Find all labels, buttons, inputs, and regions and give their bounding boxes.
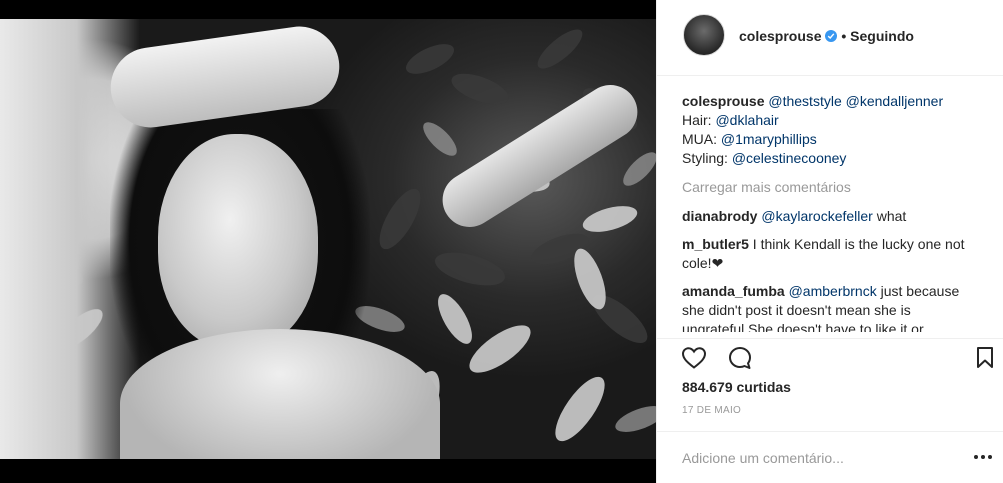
mention-link[interactable]: @dklahair xyxy=(715,112,778,128)
photo-pane xyxy=(0,0,656,483)
comment-username[interactable]: amanda_fumba xyxy=(682,283,785,299)
save-button[interactable] xyxy=(970,343,1000,373)
mention-link[interactable]: @1maryphillips xyxy=(721,131,817,147)
separator-dot: • xyxy=(841,28,847,44)
following-button[interactable]: Seguindo xyxy=(850,28,914,44)
comment-item: dianabrody @kaylarockefeller what xyxy=(682,207,982,226)
mention-link[interactable]: @kendalljenner xyxy=(846,93,944,109)
comment-button[interactable] xyxy=(725,343,755,373)
load-more-comments-button[interactable]: Carregar mais comentários xyxy=(682,178,982,197)
header-text: colesprouse • Seguindo xyxy=(739,27,914,45)
dot xyxy=(988,455,992,459)
dot xyxy=(981,455,985,459)
styling-label: Styling: xyxy=(682,150,728,166)
comment-item: amanda_fumba @amberbrnck just because sh… xyxy=(682,282,982,332)
comment-username[interactable]: m_butler5 xyxy=(682,236,749,252)
mention-link[interactable]: @theststyle xyxy=(768,93,841,109)
like-button[interactable] xyxy=(679,343,709,373)
caption-author[interactable]: colesprouse xyxy=(682,93,764,109)
comment-icon xyxy=(729,347,751,369)
mua-label: MUA: xyxy=(682,131,717,147)
mention-link[interactable]: @celestinecooney xyxy=(732,150,847,166)
verified-badge-icon xyxy=(825,30,838,42)
likes-count[interactable]: 884.679 curtidas xyxy=(682,379,791,395)
avatar[interactable] xyxy=(683,14,725,56)
post-sidebar: colesprouse • Seguindo colesprouse @thes… xyxy=(656,0,1003,483)
more-options-icon[interactable] xyxy=(974,450,998,464)
hair-label: Hair: xyxy=(682,112,712,128)
dot xyxy=(974,455,978,459)
header-username[interactable]: colesprouse xyxy=(739,28,821,44)
mention-link[interactable]: @amberbrnck xyxy=(789,283,877,299)
action-bar xyxy=(657,338,1003,378)
post-photo[interactable] xyxy=(0,19,656,459)
comment-input[interactable] xyxy=(682,448,932,468)
post-date: 17 DE MAIO xyxy=(682,405,742,416)
comment-username[interactable]: dianabrody xyxy=(682,208,757,224)
comments-list: colesprouse @theststyle @kendalljenner H… xyxy=(682,92,982,332)
add-comment-bar xyxy=(657,431,1003,483)
comment-item: m_butler5 I think Kendall is the lucky o… xyxy=(682,235,982,273)
face-shape xyxy=(158,134,318,349)
bookmark-icon xyxy=(977,347,993,368)
mention-link[interactable]: @kaylarockefeller xyxy=(761,208,872,224)
caption: colesprouse @theststyle @kendalljenner H… xyxy=(682,92,982,168)
post-header: colesprouse • Seguindo xyxy=(657,0,1003,76)
comment-text: what xyxy=(872,208,907,224)
heart-icon xyxy=(681,347,707,369)
